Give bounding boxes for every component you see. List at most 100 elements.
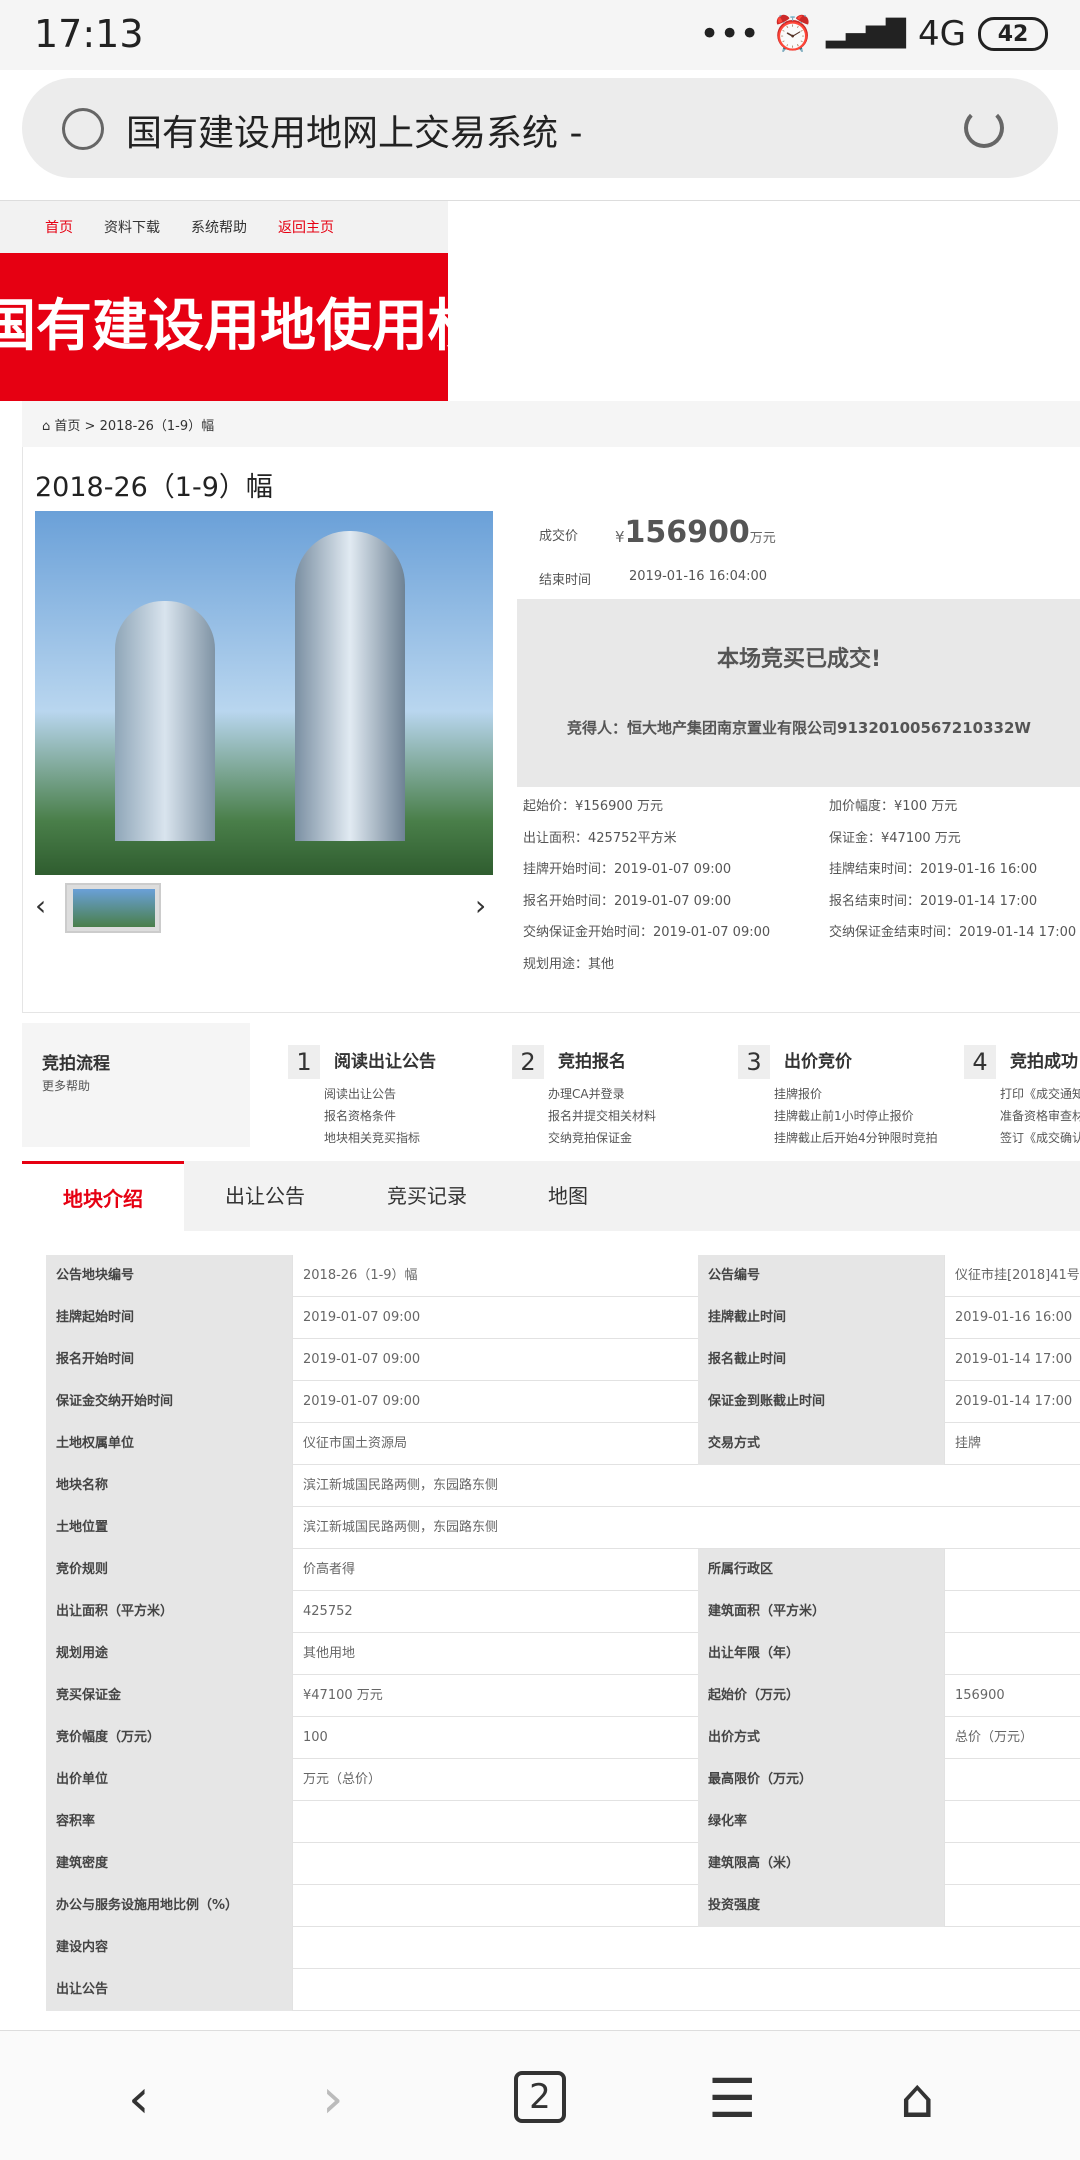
menu-button[interactable]: ☰ xyxy=(708,2067,756,2130)
nav-downloads-link[interactable]: 资料下载 xyxy=(104,217,160,237)
detail-tabs: 地块介绍 出让公告 竞买记录 地图 xyxy=(22,1161,1080,1231)
table-label: 最高限价（万元） xyxy=(698,1759,944,1801)
nav-help-link[interactable]: 系统帮助 xyxy=(191,217,247,237)
table-label: 出让年限（年） xyxy=(698,1633,944,1675)
table-value xyxy=(944,1801,1080,1843)
tab-bid-records[interactable]: 竞买记录 xyxy=(346,1161,508,1231)
process-steps: 1 阅读出让公告 阅读出让公告 报名资格条件 地块相关竞买指标 2 竞拍报名 办理CA并… xyxy=(250,1023,1080,1147)
address-bar[interactable]: 国有建设用地网上交易系统 - xyxy=(22,78,1058,178)
table-row: 竞买保证金 ¥47100 万元 起始价（万元） 156900 xyxy=(46,1675,1080,1717)
table-row: 出让公告 xyxy=(46,1969,1080,2011)
home-icon: ⌂ xyxy=(42,419,55,434)
banner-text: 国有建设用地使用权 xyxy=(0,294,448,359)
table-label: 保证金到账截止时间 xyxy=(698,1381,944,1423)
table-value xyxy=(292,1885,698,1927)
table-label: 办公与服务设施用地比例（%） xyxy=(46,1885,292,1927)
tab-map[interactable]: 地图 xyxy=(508,1161,628,1231)
more-dots-icon: ••• xyxy=(699,14,760,54)
table-label: 竞价规则 xyxy=(46,1549,292,1591)
table-value: 156900 xyxy=(944,1675,1080,1717)
tab-lot-intro[interactable]: 地块介绍 xyxy=(22,1161,184,1231)
table-label: 报名截止时间 xyxy=(698,1339,944,1381)
prev-arrow-icon[interactable]: ‹ xyxy=(35,889,46,922)
table-value: 其他用地 xyxy=(292,1633,698,1675)
table-row: 建筑密度 建筑限高（米） xyxy=(46,1843,1080,1885)
price-label: 成交价 xyxy=(539,529,579,544)
table-label: 竞价幅度（万元） xyxy=(46,1717,292,1759)
thumbnail-strip: ‹ › xyxy=(35,883,493,933)
table-row: 报名开始时间 2019-01-07 09:00 报名截止时间 2019-01-14 1… xyxy=(46,1339,1080,1381)
detail-item: 保证金：¥47100 万元 xyxy=(829,831,961,846)
result-panel: 本场竞买已成交! 竞得人：恒大地产集团南京置业有限公司9132010056721… xyxy=(517,599,1080,787)
detail-item: 交纳保证金开始时间：2019-01-07 09:00 xyxy=(523,925,771,940)
lot-summary: 2018-26（1-9）幅 ‹ › 成交价 ¥156900万元 结束时间 201… xyxy=(22,447,1080,1013)
detail-item: 挂牌开始时间：2019-01-07 09:00 xyxy=(523,862,732,877)
table-label: 地块名称 xyxy=(46,1465,292,1507)
table-row: 办公与服务设施用地比例（%） 投资强度 xyxy=(46,1885,1080,1927)
home-button[interactable]: ⌂ xyxy=(900,2067,934,2130)
table-label: 挂牌起始时间 xyxy=(46,1297,292,1339)
table-value: 仪征市挂[2018]41号 xyxy=(944,1255,1080,1297)
battery-icon: 42 xyxy=(978,17,1048,51)
table-value xyxy=(292,1801,698,1843)
detail-item: 报名结束时间：2019-01-14 17:00 xyxy=(829,894,1038,909)
table-value: 仪征市国土资源局 xyxy=(292,1423,698,1465)
table-label: 出价方式 xyxy=(698,1717,944,1759)
nav-home-link[interactable]: 首页 xyxy=(45,217,73,237)
price-value: 156900 xyxy=(624,515,750,550)
tabs-button[interactable]: 2 xyxy=(514,2071,566,2123)
table-value: 2019-01-16 16:00 xyxy=(944,1297,1080,1339)
back-button[interactable]: ‹ xyxy=(128,2067,150,2130)
detail-item: 起始价：¥156900 万元 xyxy=(523,799,664,814)
detail-item: 规划用途：其他 xyxy=(523,957,615,972)
breadcrumb: ⌂ 首页 > 2018-26（1-9）幅 xyxy=(22,401,1080,447)
table-value: 总价（万元） xyxy=(944,1717,1080,1759)
table-label: 土地位置 xyxy=(46,1507,292,1549)
tab-announcement[interactable]: 出让公告 xyxy=(184,1161,346,1231)
alarm-icon: ⏰ xyxy=(771,14,815,54)
table-label: 挂牌截止时间 xyxy=(698,1297,944,1339)
table-label: 公告编号 xyxy=(698,1255,944,1297)
table-label: 保证金交纳开始时间 xyxy=(46,1381,292,1423)
page-title[interactable]: 国有建设用地网上交易系统 - xyxy=(126,104,582,156)
browser-bottom-nav: ‹ › 2 ☰ ⌂ xyxy=(0,2030,1080,2160)
table-value xyxy=(292,1927,1080,1969)
table-label: 竞买保证金 xyxy=(46,1675,292,1717)
table-value: 滨江新城国民路两侧，东园路东侧 xyxy=(292,1507,1080,1549)
table-label: 容积率 xyxy=(46,1801,292,1843)
status-bar: 17:13 ••• ⏰ ▂▄▆█ 4G 42 xyxy=(0,0,1080,70)
breadcrumb-home[interactable]: 首页 xyxy=(54,419,80,434)
table-value: 2019-01-07 09:00 xyxy=(292,1339,698,1381)
detail-item: 加价幅度：¥100 万元 xyxy=(829,799,958,814)
detail-item: 挂牌结束时间：2019-01-16 16:00 xyxy=(829,862,1038,877)
table-label: 起始价（万元） xyxy=(698,1675,944,1717)
table-label: 建筑面积（平方米） xyxy=(698,1591,944,1633)
table-row: 容积率 绿化率 xyxy=(46,1801,1080,1843)
deal-price: ¥156900万元 xyxy=(615,515,776,550)
nav-back-home-link[interactable]: 返回主页 xyxy=(278,217,334,237)
thumbnail[interactable] xyxy=(65,883,161,933)
forward-button[interactable]: › xyxy=(322,2067,344,2130)
next-arrow-icon[interactable]: › xyxy=(475,889,486,922)
table-label: 报名开始时间 xyxy=(46,1339,292,1381)
lot-title: 2018-26（1-9）幅 xyxy=(35,472,273,503)
table-label: 所属行政区 xyxy=(698,1549,944,1591)
result-message: 本场竞买已成交! xyxy=(716,647,882,672)
reload-icon[interactable] xyxy=(964,108,1004,148)
table-label: 出让公告 xyxy=(46,1969,292,2011)
table-row: 竞价幅度（万元） 100 出价方式 总价（万元） xyxy=(46,1717,1080,1759)
table-row: 出让面积（平方米） 425752 建筑面积（平方米） xyxy=(46,1591,1080,1633)
table-value xyxy=(944,1843,1080,1885)
more-help-link[interactable]: 更多帮助 xyxy=(42,1077,90,1094)
detail-item: 交纳保证金结束时间：2019-01-14 17:00 xyxy=(829,925,1077,940)
table-label: 土地权属单位 xyxy=(46,1423,292,1465)
table-row: 土地位置 滨江新城国民路两侧，东园路东侧 xyxy=(46,1507,1080,1549)
table-value: ¥47100 万元 xyxy=(292,1675,698,1717)
status-icons: ••• ⏰ ▂▄▆█ 4G 42 xyxy=(700,14,1048,54)
top-nav: 首页 资料下载 系统帮助 返回主页 xyxy=(0,201,448,253)
clock: 17:13 xyxy=(34,12,144,56)
table-label: 投资强度 xyxy=(698,1885,944,1927)
table-value xyxy=(944,1759,1080,1801)
table-label: 建筑密度 xyxy=(46,1843,292,1885)
table-row: 地块名称 滨江新城国民路两侧，东园路东侧 xyxy=(46,1465,1080,1507)
